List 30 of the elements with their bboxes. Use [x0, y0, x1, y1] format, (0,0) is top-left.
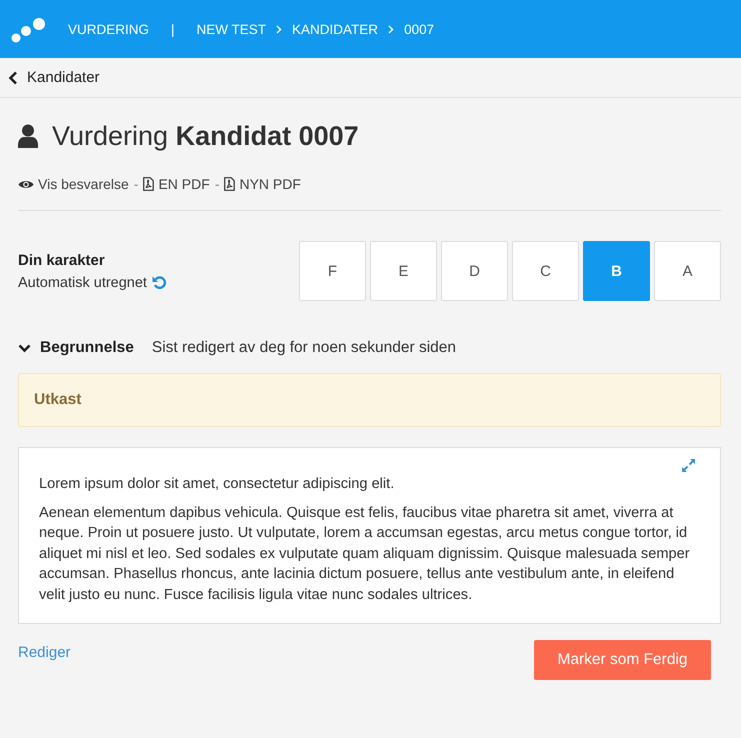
expand-icon[interactable] — [681, 458, 696, 473]
link-separator: - — [134, 176, 138, 192]
back-link[interactable]: Kandidater — [8, 69, 100, 86]
page-title: Vurdering Kandidat 0007 — [52, 120, 359, 152]
grade-note: Automatisk utregnet — [18, 274, 147, 290]
chevron-right-icon — [276, 24, 282, 34]
status-text: Utkast — [34, 391, 82, 409]
grade-option[interactable]: A — [654, 241, 721, 301]
edit-note: Sist redigert av deg for noen sekunder siden — [152, 339, 456, 357]
section-toggle[interactable]: Begrunnelse — [18, 339, 134, 357]
grade-option[interactable]: F — [299, 241, 366, 301]
grade-option[interactable]: D — [441, 241, 508, 301]
grade-label: Din karakter — [18, 252, 106, 268]
pdf-link[interactable]: NYN PDF — [224, 176, 301, 192]
link-separator: - — [214, 176, 220, 192]
pdf-file-icon — [143, 177, 154, 191]
chevron-down-icon — [18, 344, 31, 352]
eye-icon — [18, 178, 34, 190]
paragraph: Lorem ipsum dolor sit amet, consectetur adipiscing elit. — [39, 475, 396, 494]
pdf-file-icon — [224, 177, 236, 191]
reset-icon[interactable] — [152, 275, 167, 290]
header-divider: | — [171, 22, 175, 36]
grade-option[interactable]: E — [370, 241, 437, 301]
paragraph: Aenean elementum dapibus vehicula. Quisque est felis, faucibus vitae pharetra sit amet, viverra at neque. Proin ut posuere justo. Ut vulputate, lorem a accumsan egestas, arcu metus congue tortor, id aliquet mi nisl et leo. Sed sodales ex vulputate quam aliquam dignissim. Quisque malesuada semper accumsan. Phasellus rhoncus, ante lacinia dictum posuere, tellus ante vestibulum ante, in eleifend velit justo eu nunc. Fusce facilisis ligula vitae nunc sodales ultrices. — [39, 504, 691, 604]
user-icon — [18, 124, 38, 148]
back-icon — [8, 70, 18, 84]
chevron-right-icon — [388, 24, 394, 34]
pdf-link[interactable]: EN PDF — [143, 176, 210, 192]
grade-option[interactable]: C — [512, 241, 579, 301]
view-link[interactable]: Vis besvarelse — [18, 176, 129, 192]
